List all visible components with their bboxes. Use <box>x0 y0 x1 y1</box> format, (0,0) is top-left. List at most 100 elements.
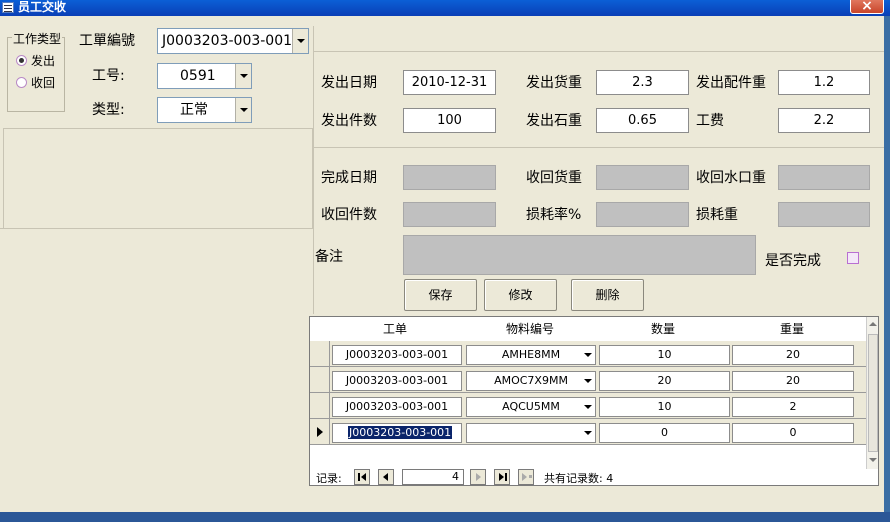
received-pieces-label: 收回件数 <box>321 207 377 223</box>
column-header-weight[interactable]: 重量 <box>774 320 810 337</box>
radio-issue-indicator[interactable] <box>16 55 27 66</box>
first-record-button[interactable] <box>354 469 370 485</box>
row-selector[interactable] <box>310 367 330 393</box>
order-cell[interactable]: J0003203-003-001 <box>332 371 462 391</box>
material-value: AQCU5MM <box>502 400 560 413</box>
type-dropdown-button[interactable] <box>235 98 251 122</box>
loss-rate-field[interactable] <box>596 202 689 227</box>
last-record-icon <box>505 473 507 481</box>
material-combo-cell[interactable]: AMOC7X9MM <box>466 371 596 391</box>
completed-checkbox[interactable] <box>847 252 859 264</box>
material-dropdown-button[interactable] <box>581 398 595 416</box>
chevron-down-icon <box>240 74 248 78</box>
chevron-down-icon <box>584 431 592 435</box>
row-selector[interactable] <box>310 393 330 419</box>
remarks-field[interactable] <box>403 235 756 275</box>
record-number-field[interactable]: 4 <box>402 469 464 485</box>
divider <box>313 26 314 314</box>
divider <box>314 51 884 52</box>
fee-field[interactable]: 2.2 <box>778 108 870 133</box>
qty-cell[interactable]: 0 <box>599 423 730 443</box>
issue-stone-weight-field[interactable]: 0.65 <box>596 108 689 133</box>
close-button[interactable]: × <box>850 0 884 14</box>
material-dropdown-button[interactable] <box>581 346 595 364</box>
previous-record-icon <box>383 473 388 481</box>
chevron-down-icon <box>297 39 305 43</box>
blank-panel <box>3 128 313 229</box>
radio-issue-label: 发出 <box>31 54 56 68</box>
form-body: 工作类型 发出 收回 工單編號 J0003203-003-001 工号: 059… <box>0 16 884 512</box>
chevron-down-icon <box>240 108 248 112</box>
radio-issue[interactable]: 发出 <box>16 52 55 69</box>
radio-receive[interactable]: 收回 <box>16 74 55 91</box>
first-record-icon <box>361 473 366 481</box>
material-combo-cell[interactable]: AQCU5MM <box>466 397 596 417</box>
loss-weight-field[interactable] <box>778 202 870 227</box>
total-records-text: 共有记录数: 4 <box>544 472 614 485</box>
next-record-button[interactable] <box>470 469 486 485</box>
divider <box>314 147 884 148</box>
loss-rate-label: 损耗率% <box>526 207 582 223</box>
type-combo[interactable]: 正常 <box>157 97 252 123</box>
issue-goods-weight-field[interactable]: 2.3 <box>596 70 689 95</box>
order-cell[interactable]: J0003203-003-001 <box>332 345 462 365</box>
weight-cell[interactable]: 0 <box>732 423 854 443</box>
radio-receive-label: 收回 <box>31 76 56 90</box>
completion-date-field[interactable] <box>403 165 496 190</box>
weight-cell[interactable]: 20 <box>732 371 854 391</box>
scroll-down-icon[interactable] <box>869 458 877 462</box>
completed-label: 是否完成 <box>765 253 821 269</box>
save-button[interactable]: 保存 <box>404 279 477 311</box>
received-sprue-weight-label: 收回水口重 <box>696 170 766 186</box>
chevron-down-icon <box>584 379 592 383</box>
type-label: 类型: <box>92 102 125 118</box>
material-dropdown-button[interactable] <box>581 372 595 390</box>
remarks-label: 备注 <box>315 249 343 265</box>
material-combo-cell[interactable] <box>466 423 596 443</box>
column-header-order[interactable]: 工单 <box>380 320 410 337</box>
order-cell-selected[interactable]: J0003203-003-001 <box>332 423 462 443</box>
order-number-combo[interactable]: J0003203-003-001 <box>157 28 309 54</box>
worker-id-value: 0591 <box>180 68 216 84</box>
row-selector[interactable] <box>310 341 330 367</box>
received-pieces-field[interactable] <box>403 202 496 227</box>
new-record-button[interactable] <box>518 469 534 485</box>
title-bar: 员工交收 × <box>0 0 890 16</box>
radio-receive-indicator[interactable] <box>16 77 27 88</box>
fee-label: 工费 <box>696 113 724 129</box>
qty-cell[interactable]: 10 <box>599 345 730 365</box>
edit-button[interactable]: 修改 <box>484 279 557 311</box>
material-combo-cell[interactable]: AMHE8MM <box>466 345 596 365</box>
weight-cell[interactable]: 20 <box>732 345 854 365</box>
scroll-thumb[interactable] <box>868 334 878 452</box>
previous-record-button[interactable] <box>378 469 394 485</box>
qty-cell[interactable]: 20 <box>599 371 730 391</box>
issue-goods-weight-label: 发出货重 <box>526 75 582 91</box>
worker-id-combo[interactable]: 0591 <box>157 63 252 89</box>
issue-parts-weight-field[interactable]: 1.2 <box>778 70 870 95</box>
delete-button[interactable]: 删除 <box>571 279 644 311</box>
material-dropdown-button[interactable] <box>581 424 595 442</box>
new-record-icon <box>529 475 532 478</box>
order-number-dropdown-button[interactable] <box>292 29 308 53</box>
worker-id-label: 工号: <box>92 68 125 84</box>
completion-date-label: 完成日期 <box>321 170 377 186</box>
qty-cell[interactable]: 10 <box>599 397 730 417</box>
last-record-button[interactable] <box>494 469 510 485</box>
work-type-legend: 工作类型 <box>12 30 63 47</box>
issue-date-field[interactable]: 2010-12-31 <box>403 70 496 95</box>
detail-subform: 工单 物料编号 数量 重量 J0003203-003-001 AMHE8MM 1… <box>309 316 879 486</box>
worker-id-dropdown-button[interactable] <box>235 64 251 88</box>
weight-cell[interactable]: 2 <box>732 397 854 417</box>
vertical-scrollbar[interactable] <box>866 317 878 469</box>
column-header-qty[interactable]: 数量 <box>645 320 681 337</box>
received-sprue-weight-field[interactable] <box>778 165 870 190</box>
received-goods-weight-field[interactable] <box>596 165 689 190</box>
material-value: AMOC7X9MM <box>494 374 568 387</box>
current-row-indicator[interactable] <box>310 419 330 445</box>
issue-pieces-field[interactable]: 100 <box>403 108 496 133</box>
order-cell[interactable]: J0003203-003-001 <box>332 397 462 417</box>
scroll-up-icon[interactable] <box>869 322 877 326</box>
next-record-icon <box>476 473 481 481</box>
column-header-material[interactable]: 物料编号 <box>495 320 565 337</box>
